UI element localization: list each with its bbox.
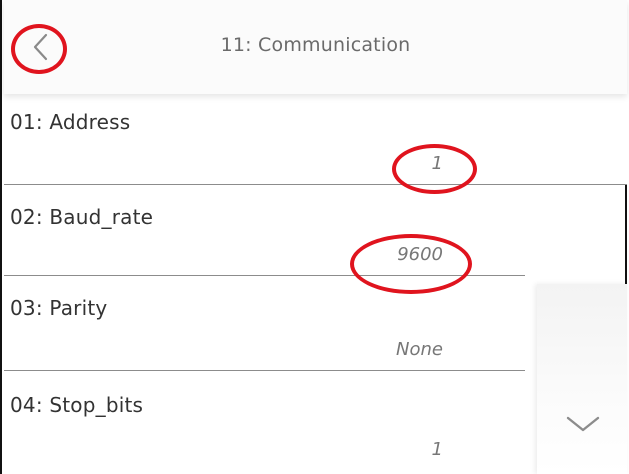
row-value: 1 <box>431 153 443 174</box>
row-label: 03: Parity <box>10 296 108 320</box>
list-item-address[interactable]: 01: Address 1 <box>4 94 627 185</box>
list-item-parity[interactable]: 03: Parity None <box>4 276 525 371</box>
row-label: 01: Address <box>10 110 131 134</box>
row-value: None <box>396 339 443 360</box>
scroll-down-button[interactable] <box>557 404 609 444</box>
list-item-baud-rate[interactable]: 02: Baud_rate 9600 <box>4 185 525 276</box>
scroll-panel <box>537 284 627 474</box>
row-label: 02: Baud_rate <box>10 205 154 229</box>
row-value: 1 <box>431 439 443 460</box>
list-item-stop-bits[interactable]: 04: Stop_bits 1 <box>4 371 525 474</box>
row-value: 9600 <box>397 244 443 265</box>
page-title: 11: Communication <box>220 34 411 56</box>
window-frame: 11: Communication 01: Address 1 02: Baud… <box>0 0 627 474</box>
header-bar: 11: Communication <box>4 0 627 94</box>
row-label: 04: Stop_bits <box>10 393 144 417</box>
chevron-down-icon <box>566 416 600 432</box>
